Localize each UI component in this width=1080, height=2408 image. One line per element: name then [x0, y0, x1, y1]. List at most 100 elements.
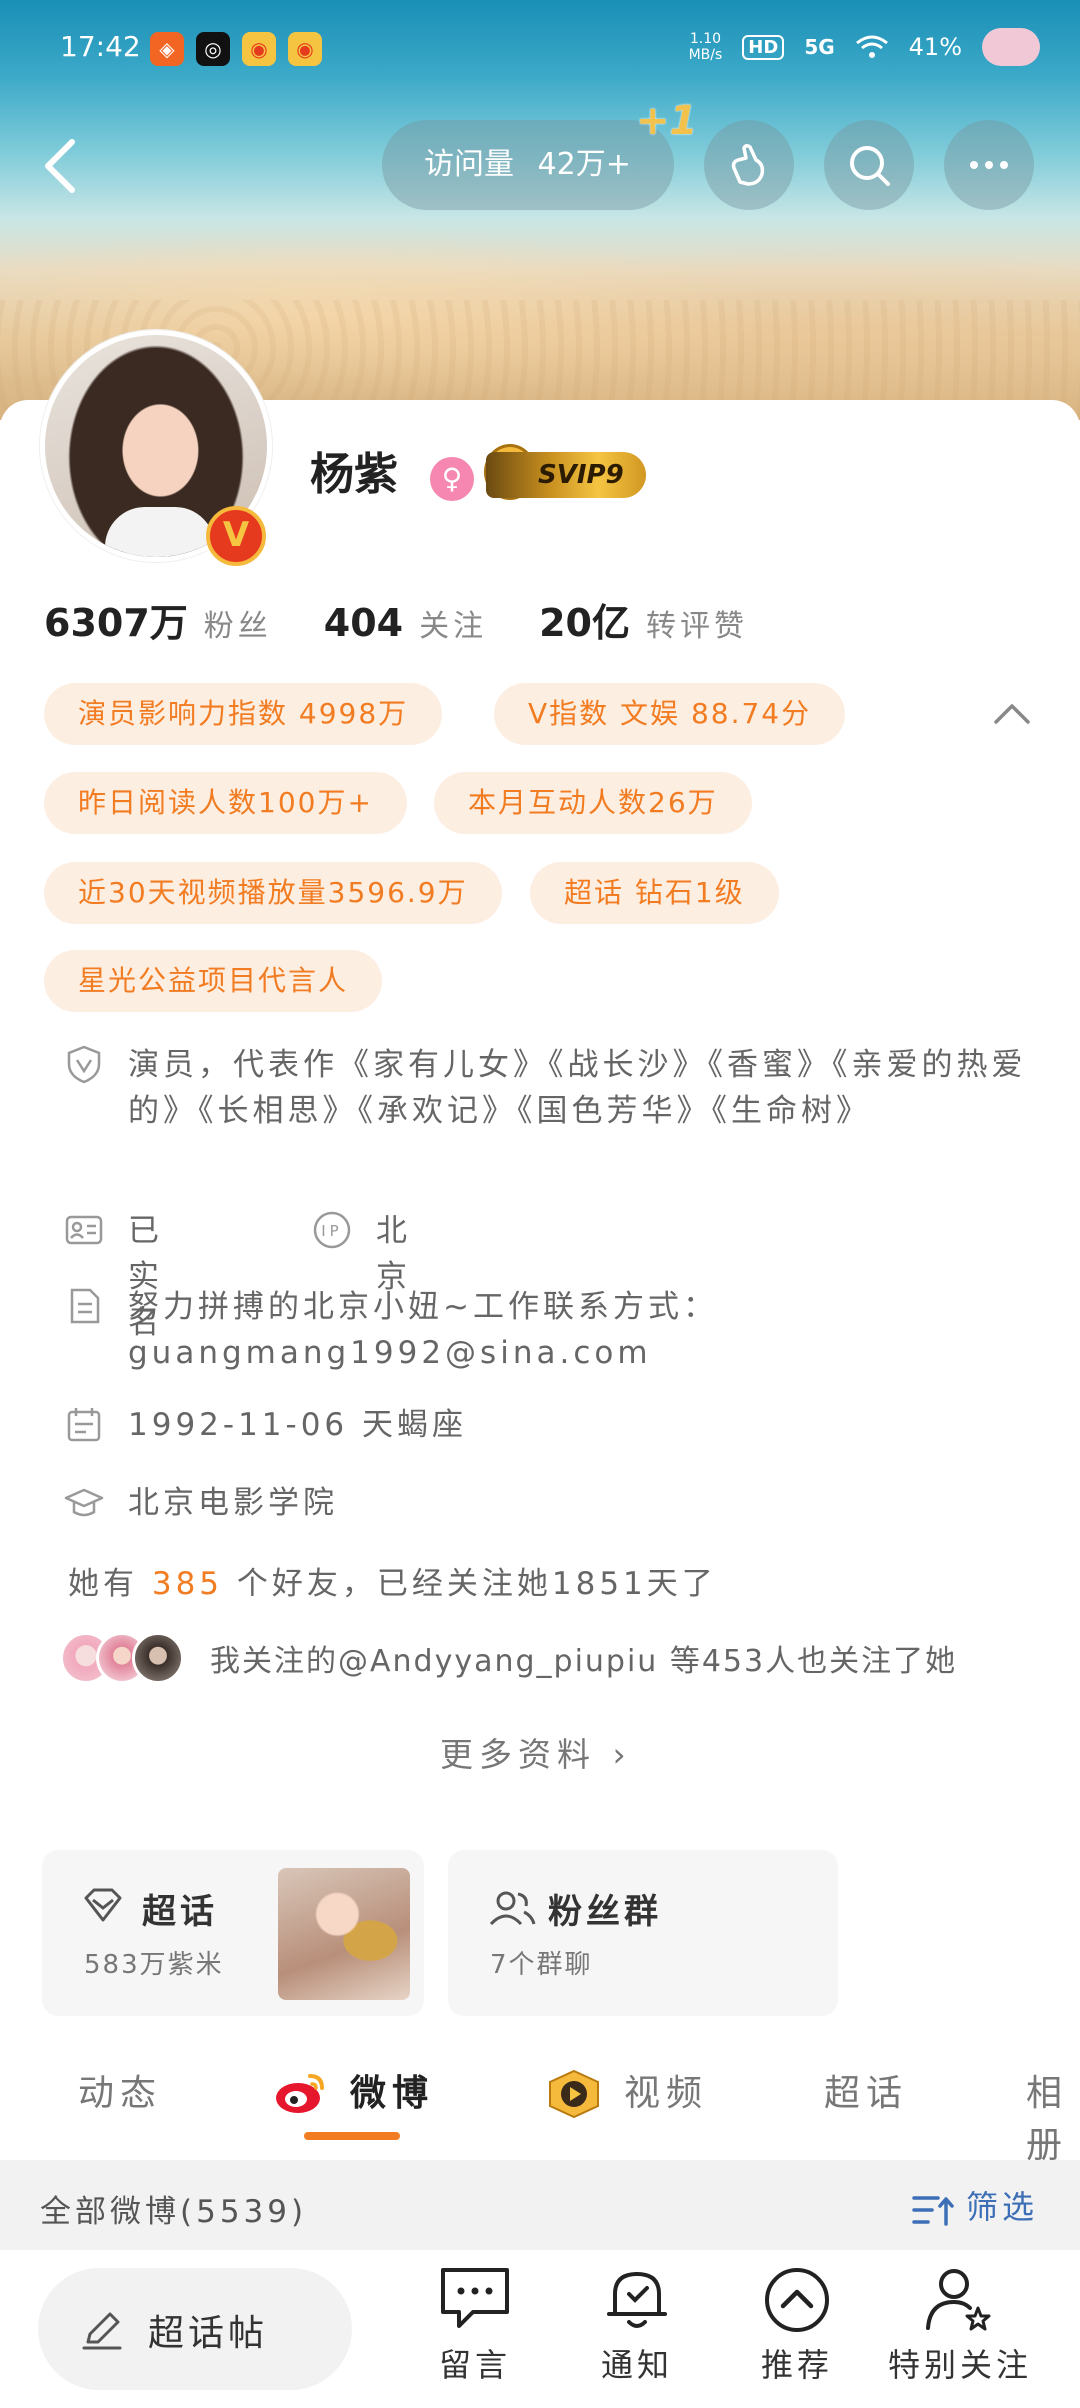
visits-value: 42万+	[537, 147, 631, 182]
shield-v-icon	[67, 1045, 101, 1084]
top-nav: 访问量 42万+ +1	[0, 98, 1080, 210]
engagement-label: 转评赞	[645, 609, 748, 644]
search-button[interactable]	[824, 120, 914, 210]
recommend-button[interactable]: 推荐	[722, 2264, 872, 2404]
battery-level: 41%	[908, 33, 962, 61]
tag-charity-ambassador[interactable]: 星光公益项目代言人	[44, 950, 383, 1012]
profile-stats: 6307万 粉丝 404 关注 20亿 转评赞	[44, 592, 800, 652]
super-topic-post-label: 超话帖	[148, 2313, 269, 2354]
status-time: 17:42	[60, 30, 141, 63]
friends-prefix: 她有	[68, 1566, 138, 1602]
finger-heart-icon	[731, 143, 765, 186]
message-label: 留言	[438, 2346, 511, 2384]
all-weibo-count: 全部微博(5539)	[40, 2194, 308, 2230]
filter-button[interactable]: 筛选	[966, 2182, 1038, 2228]
bell-icon	[607, 2272, 667, 2328]
tag-monthly-interactions[interactable]: 本月互动人数26万	[434, 772, 752, 834]
status-bar: 17:42 ◈ ◎ ◉ ◉ 1.10 MB/s HD 5G 41%	[0, 22, 1080, 78]
back-arrow-icon	[45, 139, 75, 193]
more-info-link[interactable]: 更多资料 ›	[440, 1728, 632, 1776]
visits-pill[interactable]: 访问量 42万+	[382, 120, 674, 210]
filter-icon	[912, 2196, 954, 2226]
search-icon	[850, 146, 890, 186]
network-5g-icon: 5G	[804, 35, 835, 59]
super-topic-card[interactable]: 超话 583万紫米	[42, 1850, 424, 2016]
fan-group-title: 粉丝群	[548, 1892, 662, 1932]
ip-location-icon: IP	[313, 1211, 351, 1249]
like-button[interactable]	[704, 120, 794, 210]
hd-icon: HD	[742, 34, 785, 60]
svip-badge[interactable]: SVIP9	[486, 452, 646, 498]
document-icon	[70, 1288, 100, 1324]
app-notification-icon: ◈	[150, 32, 184, 66]
active-tab-indicator	[304, 2132, 400, 2140]
chevron-up-icon[interactable]	[992, 700, 1032, 728]
weibo-logo-icon	[276, 2074, 324, 2113]
wifi-icon	[855, 35, 888, 58]
friends-suffix: 个好友，已经关注她1851天了	[236, 1566, 717, 1602]
visits-label: 访问量	[424, 147, 514, 182]
super-topic-post-button[interactable]: 超话帖	[38, 2268, 352, 2390]
calendar-icon	[67, 1408, 101, 1442]
recommend-label: 推荐	[760, 2346, 833, 2384]
cloud-icon	[982, 28, 1040, 66]
weibo-notification-icon: ◉	[242, 32, 276, 66]
female-icon: ♀	[430, 457, 474, 501]
fan-group-card[interactable]: 粉丝群 7个群聊	[448, 1850, 838, 2016]
feed-filter-bar: 全部微博(5539) 筛选	[0, 2160, 1080, 2250]
tab-album[interactable]: 相册	[1026, 2064, 1080, 2168]
notify-button[interactable]: 通知	[562, 2264, 712, 2404]
followers-label[interactable]: 粉丝	[204, 601, 272, 645]
back-button[interactable]	[38, 138, 88, 194]
super-topic-subtitle: 583万紫米	[84, 1950, 224, 1980]
more-dots-icon	[970, 161, 1008, 169]
super-topic-photo	[278, 1868, 410, 2000]
chevron-up-circle-icon	[765, 2268, 829, 2332]
bottom-action-bar: 超话帖 留言 通知 推荐 特别关注	[0, 2250, 1080, 2408]
friends-count[interactable]: 385	[152, 1566, 223, 1602]
bio-text: 努力拼搏的北京小妞~工作联系方式：guangmang1992@sina.com	[128, 1289, 718, 1371]
group-icon	[489, 1891, 536, 1926]
video-play-icon	[549, 2069, 599, 2119]
tab-video[interactable]: 视频	[624, 2064, 708, 2116]
tag-v-index[interactable]: V指数 文娱 88.74分	[494, 683, 846, 745]
fan-group-subtitle: 7个群聊	[490, 1950, 593, 1980]
special-follow-button[interactable]: 特别关注	[870, 2264, 1050, 2404]
friends-row: 她有 385 个好友，已经关注她1851天了	[68, 1558, 717, 1608]
verification-text: 演员，代表作《家有儿女》《战长沙》《香蜜》《亲爱的热爱的》《长相思》《承欢记》《…	[128, 1047, 1027, 1129]
profile-name: 杨紫	[310, 449, 398, 500]
message-button[interactable]: 留言	[400, 2264, 550, 2404]
mutual-follow-text[interactable]: 我关注的@Andyyang_piupiu 等453人也关注了她	[210, 1636, 957, 1680]
user-star-icon	[926, 2269, 991, 2331]
followers-count[interactable]: 6307万	[44, 592, 188, 647]
tab-weibo[interactable]: 微博	[350, 2064, 434, 2116]
id-card-icon	[65, 1215, 103, 1245]
special-follow-label: 特别关注	[887, 2346, 1032, 2384]
avatar	[132, 1632, 184, 1684]
notification-icons: ◈ ◎ ◉ ◉	[150, 32, 322, 66]
svg-text:IP: IP	[321, 1222, 342, 1240]
app-notification-icon: ◎	[196, 32, 230, 66]
tag-daily-readers[interactable]: 昨日阅读人数100万+	[44, 772, 407, 834]
engagement-count: 20亿	[539, 601, 630, 645]
tag-influence-index[interactable]: 演员影响力指数 4998万	[44, 683, 443, 745]
school-text: 北京电影学院	[128, 1485, 338, 1521]
tag-super-topic-level[interactable]: 超话 钻石1级	[530, 862, 779, 924]
tab-activity[interactable]: 动态	[78, 2064, 162, 2116]
super-topic-title: 超话	[142, 1892, 218, 1932]
following-count[interactable]: 404	[324, 601, 403, 645]
mutual-avatars[interactable]	[60, 1632, 190, 1684]
tag-video-plays[interactable]: 近30天视频播放量3596.9万	[44, 862, 502, 924]
diamond-icon	[84, 1888, 122, 1922]
visits-increment: +1	[636, 98, 698, 144]
graduation-cap-icon	[64, 1488, 104, 1517]
message-icon	[441, 2268, 509, 2328]
weibo-notification-icon: ◉	[288, 32, 322, 66]
tab-super-topic[interactable]: 超话	[824, 2064, 908, 2116]
more-button[interactable]	[944, 120, 1034, 210]
notify-label: 通知	[600, 2346, 673, 2384]
verified-badge-icon: V	[206, 506, 266, 566]
following-label[interactable]: 关注	[419, 601, 487, 645]
edit-pen-icon	[82, 2312, 122, 2350]
net-speed: 1.10 MB/s	[688, 31, 723, 63]
